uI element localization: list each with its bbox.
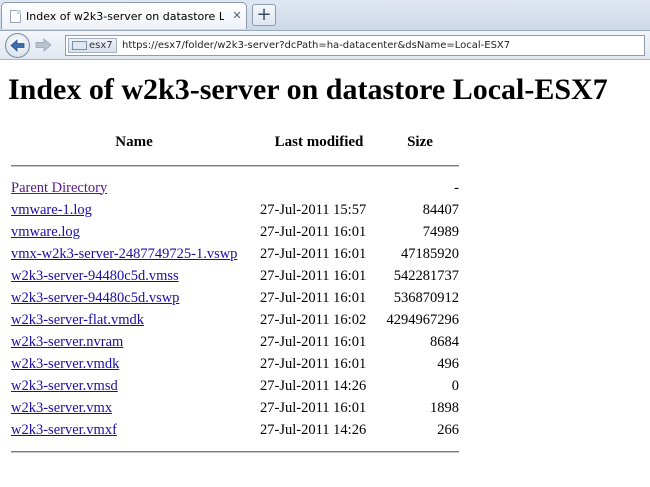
new-tab-button[interactable]: + (252, 4, 276, 26)
site-name: esx7 (89, 40, 113, 51)
back-arrow-icon (10, 39, 25, 52)
table-row: w2k3-server-94480c5d.vswp 27-Jul-2011 16:… (11, 288, 459, 308)
url-text[interactable]: https://esx7/folder/w2k3-server?dcPath=h… (122, 39, 510, 52)
file-size: 0 (451, 377, 459, 394)
table-row: w2k3-server-flat.vmdk 27-Jul-2011 16:02 42… (11, 310, 459, 330)
back-button[interactable] (5, 33, 30, 58)
file-modified: 27-Jul-2011 16:01 (260, 223, 367, 240)
file-link[interactable]: w2k3-server.nvram (11, 334, 123, 350)
file-modified: 27-Jul-2011 16:01 (260, 267, 367, 284)
file-size: 47185920 (401, 245, 459, 262)
browser-tab[interactable]: Index of w2k3-server on datastore Local-… (1, 2, 247, 29)
tab-strip: Index of w2k3-server on datastore Local-… (0, 0, 650, 30)
file-modified: 27-Jul-2011 16:02 (260, 311, 367, 328)
file-size: 74989 (422, 223, 459, 240)
column-header-size: Size (407, 133, 433, 150)
tab-title: Index of w2k3-server on datastore Local-… (26, 10, 224, 23)
file-size: 4294967296 (386, 311, 460, 328)
file-modified: 27-Jul-2011 14:26 (260, 421, 367, 438)
forward-button[interactable] (34, 37, 54, 53)
parent-modified (260, 178, 378, 198)
file-modified: 27-Jul-2011 14:26 (260, 377, 367, 394)
file-link[interactable]: w2k3-server.vmsd (11, 378, 118, 394)
parent-size: - (454, 179, 459, 196)
file-size: 266 (437, 421, 459, 438)
table-row: vmware.log 27-Jul-2011 16:01 74989 (11, 222, 459, 242)
page-icon (10, 10, 21, 23)
table-row: w2k3-server.vmdk 27-Jul-2011 16:01 496 (11, 354, 459, 374)
file-link[interactable]: w2k3-server-94480c5d.vswp (11, 290, 179, 306)
column-header-name: Name (115, 133, 153, 150)
table-row: w2k3-server.vmx 27-Jul-2011 16:01 1898 (11, 398, 459, 418)
file-size: 8684 (430, 333, 459, 350)
column-header-last-modified: Last modified (274, 133, 364, 150)
file-size: 496 (437, 355, 459, 372)
file-link[interactable]: w2k3-server.vmxf (11, 422, 117, 438)
table-row: w2k3-server.vmsd 27-Jul-2011 14:26 0 (11, 376, 459, 396)
file-size: 84407 (422, 201, 459, 218)
file-link[interactable]: vmx-w2k3-server-2487749725-1.vswp (11, 246, 237, 262)
parent-directory-row: Parent Directory - (11, 178, 459, 198)
file-size: 536870912 (393, 289, 459, 306)
file-modified: 27-Jul-2011 16:01 (260, 355, 367, 372)
file-link[interactable]: w2k3-server.vmx (11, 400, 112, 416)
file-link[interactable]: w2k3-server-flat.vmdk (11, 312, 144, 328)
file-modified: 27-Jul-2011 16:01 (260, 245, 367, 262)
table-row: w2k3-server-94480c5d.vmss 27-Jul-2011 16:… (11, 266, 459, 286)
file-link[interactable]: w2k3-server-94480c5d.vmss (11, 268, 179, 284)
page-title: Index of w2k3-server on datastore Local-… (8, 73, 608, 106)
file-listing-table: Name Last modified Size Parent Directory… (8, 128, 462, 464)
table-header-row: Name Last modified Size (11, 130, 459, 154)
file-size: 1898 (430, 399, 459, 416)
file-modified: 27-Jul-2011 16:01 (260, 333, 367, 350)
file-link[interactable]: w2k3-server.vmdk (11, 356, 119, 372)
table-row: vmx-w2k3-server-2487749725-1.vswp 27-Jul-… (11, 244, 459, 264)
close-tab-icon[interactable]: ✕ (230, 9, 244, 23)
file-modified: 27-Jul-2011 15:57 (260, 201, 367, 218)
file-link[interactable]: vmware.log (11, 224, 80, 240)
file-size: 542281737 (393, 267, 459, 284)
header-divider (11, 156, 459, 176)
table-row: vmware-1.log 27-Jul-2011 15:57 84407 (11, 200, 459, 220)
file-modified: 27-Jul-2011 16:01 (260, 289, 367, 306)
address-bar[interactable]: esx7 https://esx7/folder/w2k3-server?dcP… (65, 35, 645, 56)
table-row: w2k3-server.vmxf 27-Jul-2011 14:26 266 (11, 420, 459, 440)
parent-directory-link[interactable]: Parent Directory (11, 180, 107, 196)
file-link[interactable]: vmware-1.log (11, 202, 92, 218)
site-icon (72, 41, 87, 50)
navigation-toolbar: esx7 https://esx7/folder/w2k3-server?dcP… (0, 30, 650, 60)
footer-divider (11, 442, 459, 462)
forward-arrow-icon (35, 38, 52, 52)
table-row: w2k3-server.nvram 27-Jul-2011 16:01 8684 (11, 332, 459, 352)
file-modified: 27-Jul-2011 16:01 (260, 399, 367, 416)
site-identity-button[interactable]: esx7 (68, 38, 117, 53)
